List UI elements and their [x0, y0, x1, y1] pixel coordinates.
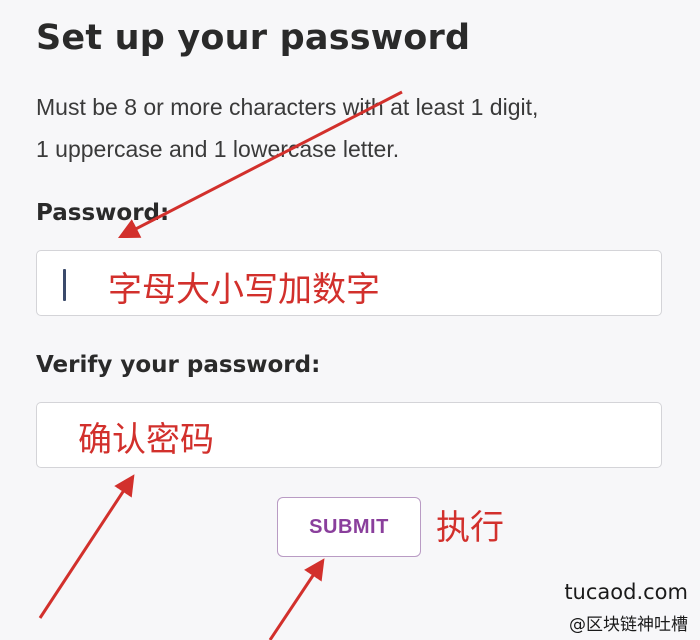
text-caret [63, 269, 66, 301]
watermark-handle: @区块链神吐槽 [569, 615, 688, 635]
password-label: Password: [36, 200, 170, 226]
watermark-site: tucaod.com [564, 580, 688, 604]
annotation-password-note: 字母大小写加数字 [108, 270, 380, 310]
password-requirements: Must be 8 or more characters with at lea… [36, 86, 676, 170]
submit-button[interactable]: SUBMIT [277, 497, 421, 557]
requirements-line-2: 1 uppercase and 1 lowercase letter. [36, 136, 400, 162]
arrow-to-submit-button [268, 558, 325, 640]
annotation-verify-note: 确认密码 [78, 420, 214, 460]
verify-password-label: Verify your password: [36, 352, 321, 378]
password-setup-page: Set up your password Must be 8 or more c… [0, 0, 700, 640]
requirements-line-1: Must be 8 or more characters with at lea… [36, 94, 539, 120]
page-title: Set up your password [36, 18, 471, 58]
arrow-to-verify-input [38, 474, 135, 619]
annotation-submit-note: 执行 [436, 508, 504, 548]
